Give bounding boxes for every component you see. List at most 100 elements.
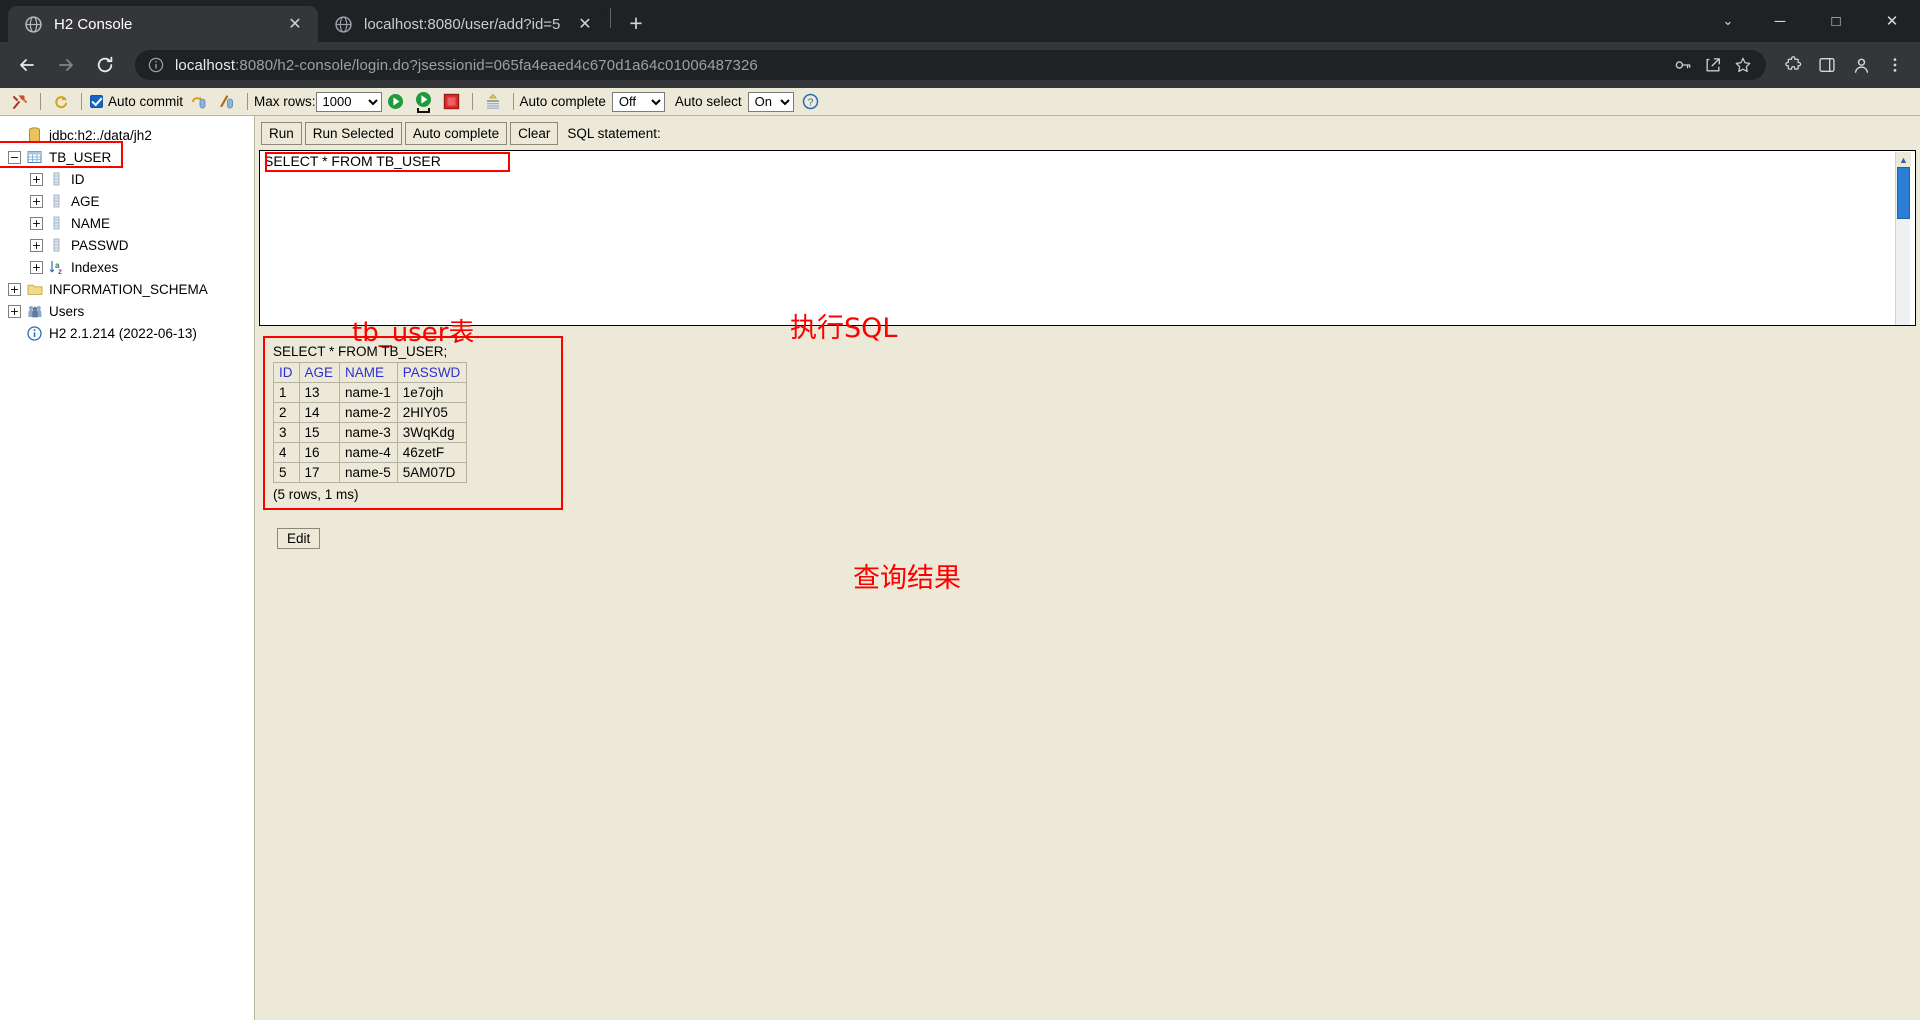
column-header-id[interactable]: ID xyxy=(273,362,300,383)
chrome-menu-icon[interactable] xyxy=(1880,50,1910,80)
globe-icon xyxy=(24,15,42,33)
tree-node-column-age[interactable]: + AGE xyxy=(8,190,254,212)
cell-id: 2 xyxy=(273,402,300,423)
sql-editor-scrollbar[interactable]: ▲ xyxy=(1895,152,1911,325)
column-header-name[interactable]: NAME xyxy=(339,362,398,383)
table-header-row: ID AGE NAME PASSWD xyxy=(273,362,468,383)
cell-passwd: 5AM07D xyxy=(396,462,468,483)
max-rows-select[interactable]: 102050100200500100010000 xyxy=(315,91,382,112)
tree-node-column-passwd[interactable]: + PASSWD xyxy=(8,234,254,256)
new-tab-button[interactable]: + xyxy=(619,6,653,40)
cell-age: 14 xyxy=(298,402,341,423)
auto-select-select[interactable]: OnOff xyxy=(747,91,794,112)
cell-name: name-3 xyxy=(339,422,398,443)
tree-node-column-name[interactable]: + NAME xyxy=(8,212,254,234)
browser-tab-h2-console[interactable]: H2 Console ✕ xyxy=(8,6,318,42)
tree-expander-expand[interactable]: + xyxy=(30,172,43,186)
run-selected-icon[interactable] xyxy=(413,91,435,113)
cell-id: 4 xyxy=(273,442,300,463)
tree-node-label: INFORMATION_SCHEMA xyxy=(49,281,208,297)
auto-commit-label: Auto commit xyxy=(108,94,184,109)
column-header-passwd[interactable]: PASSWD xyxy=(396,362,468,383)
column-header-age[interactable]: AGE xyxy=(298,362,341,383)
commit-icon[interactable] xyxy=(188,91,210,113)
edit-button[interactable]: Edit xyxy=(277,528,321,549)
help-icon[interactable]: ? xyxy=(800,91,822,113)
h2-console-page: Auto commit Max rows: 102050100200500100… xyxy=(0,88,1920,1020)
maximize-button[interactable]: □ xyxy=(1808,0,1864,42)
address-bar[interactable]: localhost:8080/h2-console/login.do?jsess… xyxy=(135,50,1766,80)
result-zone: SELECT * FROM TB_USER; ID AGE NAME PASSW… xyxy=(255,326,1920,549)
auto-select-label: Auto select xyxy=(674,94,742,109)
tree-expander-expand[interactable]: + xyxy=(8,282,21,296)
tree-expander-expand[interactable]: + xyxy=(30,194,43,208)
column-icon xyxy=(48,237,65,254)
info-icon xyxy=(26,325,43,342)
scrollbar-thumb[interactable] xyxy=(1897,167,1910,219)
browser-toolbar: localhost:8080/h2-console/login.do?jsess… xyxy=(0,42,1920,88)
bookmark-star-icon[interactable] xyxy=(1730,52,1756,78)
tab-search-chevron-icon[interactable]: ⌄ xyxy=(1704,0,1752,42)
divider xyxy=(512,93,514,110)
tree-expander-expand[interactable]: + xyxy=(30,260,43,274)
history-icon[interactable] xyxy=(482,91,504,113)
globe-icon xyxy=(334,15,352,33)
tree-expander-collapse[interactable]: − xyxy=(8,150,21,164)
stop-icon[interactable] xyxy=(441,91,463,113)
auto-complete-button[interactable]: Auto complete xyxy=(404,122,508,145)
tree-node-users[interactable]: + Users xyxy=(8,300,254,322)
tree-node-label: Users xyxy=(49,303,85,319)
edit-row: Edit xyxy=(263,510,1920,549)
result-highlight-box: SELECT * FROM TB_USER; ID AGE NAME PASSW… xyxy=(263,336,563,510)
cell-id: 3 xyxy=(273,422,300,443)
profile-avatar-icon[interactable] xyxy=(1846,50,1876,80)
scroll-up-icon[interactable]: ▲ xyxy=(1896,152,1911,167)
rollback-icon[interactable] xyxy=(216,91,238,113)
forward-icon[interactable] xyxy=(49,48,83,82)
side-panel-icon[interactable] xyxy=(1812,50,1842,80)
tree-node-column-id[interactable]: + ID xyxy=(8,168,254,190)
sql-statement-label: SQL statement: xyxy=(567,126,661,141)
refresh-icon[interactable] xyxy=(50,91,72,113)
info-circle-icon[interactable] xyxy=(147,56,165,74)
run-button[interactable]: Run xyxy=(261,122,302,145)
auto-commit-control[interactable]: Auto commit xyxy=(90,94,183,109)
close-window-button[interactable]: ✕ xyxy=(1864,0,1920,42)
database-icon xyxy=(26,127,43,144)
disconnect-icon[interactable] xyxy=(9,91,31,113)
tree-node-label: H2 2.1.214 (2022-06-13) xyxy=(49,325,197,341)
cell-passwd: 3WqKdg xyxy=(396,422,468,443)
table-row: 2 14 name-2 2HIY05 xyxy=(273,402,468,423)
run-icon[interactable] xyxy=(385,91,407,113)
result-echo-sql: SELECT * FROM TB_USER; xyxy=(273,344,448,359)
close-icon[interactable]: ✕ xyxy=(284,13,306,35)
clear-button[interactable]: Clear xyxy=(510,122,559,145)
users-icon xyxy=(26,303,43,320)
close-icon[interactable]: ✕ xyxy=(574,13,596,35)
back-icon[interactable] xyxy=(10,48,44,82)
tree-expander-expand[interactable]: + xyxy=(30,216,43,230)
sql-editor-wrap: SELECT * FROM TB_USER ▲ xyxy=(255,150,1920,326)
divider xyxy=(247,93,249,110)
sql-editor[interactable]: SELECT * FROM TB_USER ▲ xyxy=(259,150,1916,326)
run-selected-button[interactable]: Run Selected xyxy=(304,122,402,145)
url-path: :8080/h2-console/login.do?jsessionid=065… xyxy=(235,56,758,74)
extensions-puzzle-icon[interactable] xyxy=(1778,50,1808,80)
tree-node-information-schema[interactable]: + INFORMATION_SCHEMA xyxy=(8,278,254,300)
cell-name: name-4 xyxy=(339,442,398,463)
tree-expander-expand[interactable]: + xyxy=(8,304,21,318)
browser-tab-localhost-user-add[interactable]: localhost:8080/user/add?id=5 ✕ xyxy=(318,6,608,42)
tab-title: localhost:8080/user/add?id=5 xyxy=(364,15,561,33)
tree-expander-expand[interactable]: + xyxy=(30,238,43,252)
share-icon[interactable] xyxy=(1700,52,1726,78)
auto-commit-checkbox[interactable] xyxy=(90,95,103,108)
tree-node-label: PASSWD xyxy=(71,237,129,253)
tree-node-indexes[interactable]: + az Indexes xyxy=(8,256,254,278)
auto-complete-select[interactable]: OffNormalFull xyxy=(611,91,665,112)
tree-node-tb-user[interactable]: − TB_USER xyxy=(0,141,254,168)
key-icon[interactable] xyxy=(1670,52,1696,78)
reload-icon[interactable] xyxy=(88,48,122,82)
tree-node-connection[interactable]: jdbc:h2:./data/jh2 xyxy=(8,124,254,146)
minimize-button[interactable]: ─ xyxy=(1752,0,1808,42)
tree-node-label: Indexes xyxy=(71,259,119,275)
